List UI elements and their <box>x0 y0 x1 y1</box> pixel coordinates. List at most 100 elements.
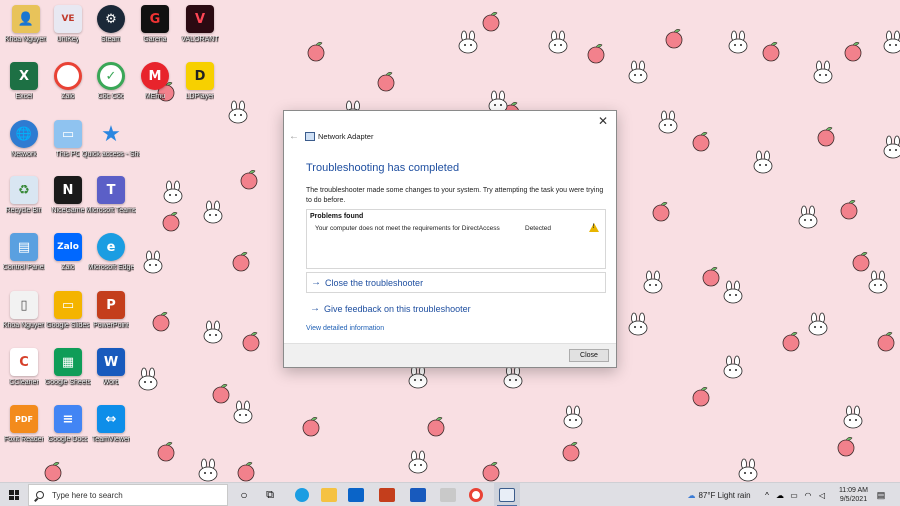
desktop-icon-foxit[interactable]: PDF Foxit Reader <box>0 405 48 444</box>
desktop-icon-valorant[interactable]: V VALORANT <box>176 5 224 44</box>
desktop-icon-steam[interactable]: ⚙ Steam <box>87 5 135 44</box>
taskbar-word[interactable] <box>408 483 428 506</box>
notifications-icon[interactable]: ▤ <box>874 483 888 506</box>
peach-decoration <box>852 252 870 272</box>
onedrive-icon[interactable]: ☁ <box>774 483 786 506</box>
word-icon <box>410 488 426 502</box>
bunny-decoration <box>563 405 583 429</box>
close-button[interactable]: Close <box>569 349 609 362</box>
taskbar-troubleshooter-active[interactable] <box>494 483 520 506</box>
peach-decoration <box>665 29 683 49</box>
bunny-decoration <box>228 100 248 124</box>
peach-decoration <box>307 42 325 62</box>
desktop-icon-user-2[interactable]: ▯ Khoa Nguyen <box>0 291 48 330</box>
peach-decoration <box>840 200 858 220</box>
bunny-decoration <box>163 180 183 204</box>
desktop-icon-ccleaner[interactable]: C CCleaner <box>0 348 48 387</box>
google-sheets-icon: ▦ <box>54 348 82 376</box>
document-icon: ▯ <box>10 291 38 319</box>
windows-logo-icon <box>9 490 19 500</box>
memu-icon: M <box>141 62 169 90</box>
teams-icon: T <box>97 176 125 204</box>
weather-widget[interactable]: ☁ 87°F Light rain <box>677 483 761 506</box>
peach-decoration <box>212 384 230 404</box>
tray-overflow-chevron-icon[interactable]: ^ <box>762 483 772 506</box>
taskbar-snipping-tool[interactable] <box>438 483 458 506</box>
task-view-icon[interactable]: ⧉ <box>262 483 278 506</box>
taskbar-powerpoint[interactable] <box>377 483 397 506</box>
desktop-icon-edge[interactable]: e Microsoft Edge <box>87 233 135 272</box>
desktop-icon-powerpoint[interactable]: P PowerPoint <box>87 291 135 330</box>
peach-decoration <box>877 332 895 352</box>
bunny-decoration <box>628 312 648 336</box>
desktop-icon-recycle-bin[interactable]: ♻ Recycle Bin <box>0 176 48 215</box>
network-adapter-icon <box>305 132 315 141</box>
desktop-icon-google-slides[interactable]: ▭ Google Slides <box>44 291 92 330</box>
battery-icon[interactable]: ▭ <box>788 483 800 506</box>
desktop-icon-google-sheets[interactable]: ▦ Google Sheets <box>44 348 92 387</box>
bunny-decoration <box>458 30 478 54</box>
peach-decoration <box>844 42 862 62</box>
peach-decoration <box>240 170 258 190</box>
taskbar-search-box[interactable]: Type here to search <box>28 484 228 506</box>
arrow-right-icon: → <box>311 277 321 288</box>
desktop-icon-label: Khoa Nguyen <box>2 322 46 329</box>
desktop-icon-teams[interactable]: T Microsoft Teams <box>86 176 136 215</box>
bunny-decoration <box>813 60 833 84</box>
back-arrow-icon[interactable]: ← <box>289 131 299 142</box>
cortana-icon[interactable]: ○ <box>236 483 252 506</box>
desktop-icon-label: VALORANT <box>181 36 219 43</box>
desktop-icon-label: PowerPoint <box>93 322 129 329</box>
peach-decoration <box>692 132 710 152</box>
desktop-icon-zalo-app[interactable]: Zalo Zalo <box>44 233 92 272</box>
give-feedback-command[interactable]: → Give feedback on this troubleshooter <box>306 298 606 319</box>
bunny-decoration <box>738 458 758 482</box>
desktop-icon-memu[interactable]: M MEmu <box>131 62 179 101</box>
desktop-icon-label: Quick access - Shortcut <box>82 151 140 158</box>
taskbar-edge[interactable] <box>292 483 312 506</box>
desktop-icon-label: TeamViewer <box>91 436 131 443</box>
bunny-decoration <box>138 367 158 391</box>
taskbar-mail[interactable] <box>346 483 366 506</box>
desktop-icon-control-panel[interactable]: ▤ Control Panel <box>0 233 48 272</box>
taskbar-clock[interactable]: 11:09 AM 9/5/2021 <box>839 486 868 504</box>
clock-time: 11:09 AM <box>838 487 868 494</box>
desktop-icon-excel[interactable]: X Excel <box>0 62 48 101</box>
desktop-icon-quick-access[interactable]: ★ Quick access - Shortcut <box>82 120 140 159</box>
desktop-icon-ldplayer[interactable]: D LDPlayer <box>176 62 224 101</box>
teamviewer-icon: ⇔ <box>97 405 125 433</box>
chrome-icon <box>469 488 483 502</box>
bunny-decoration <box>548 30 568 54</box>
desktop-icon-network[interactable]: 🌐 Network <box>0 120 48 159</box>
desktop-icon-label: Foxit Reader <box>3 436 45 443</box>
mail-icon <box>348 488 364 502</box>
start-button[interactable] <box>6 483 22 506</box>
troubleshooter-dialog: ✕ ← Network Adapter Troubleshooting has … <box>283 110 617 368</box>
folder-icon <box>321 488 337 502</box>
valorant-icon: V <box>186 5 214 33</box>
wifi-icon[interactable]: ◠ <box>802 483 814 506</box>
taskbar-chrome[interactable] <box>466 483 486 506</box>
peach-decoration <box>152 312 170 332</box>
desktop-icon-coccoc[interactable]: ✓ Cốc Cốc <box>87 62 135 101</box>
taskbar: Type here to search ○ ⧉ ☁ 87°F Light rai… <box>0 482 900 506</box>
desktop-icon-label: Control Panel <box>2 264 46 271</box>
desktop-icon-word[interactable]: W Word <box>87 348 135 387</box>
taskbar-file-explorer[interactable] <box>319 483 339 506</box>
close-icon[interactable]: ✕ <box>596 114 610 128</box>
peach-decoration <box>482 462 500 482</box>
view-detailed-information-link[interactable]: View detailed information <box>306 325 384 332</box>
desktop-icon-unikey[interactable]: VE UniKey <box>44 5 92 44</box>
folder-icon: 👤 <box>12 5 40 33</box>
peach-decoration <box>162 212 180 232</box>
desktop-icon-google-docs[interactable]: ≡ Google Docs <box>44 405 92 444</box>
peach-decoration <box>242 332 260 352</box>
desktop-icon-teamviewer[interactable]: ⇔ TeamViewer <box>87 405 135 444</box>
close-troubleshooter-command[interactable]: → Close the troubleshooter <box>306 272 606 293</box>
volume-icon[interactable]: ◁ <box>816 483 828 506</box>
desktop-icon-label: Zalo <box>61 93 75 100</box>
desktop-icon-zalo[interactable]: Zalo <box>44 62 92 101</box>
peach-decoration <box>702 267 720 287</box>
desktop-icon-user-folder[interactable]: 👤 Khoa Nguyen <box>2 5 50 44</box>
desktop-icon-garena[interactable]: G Garena <box>131 5 179 44</box>
